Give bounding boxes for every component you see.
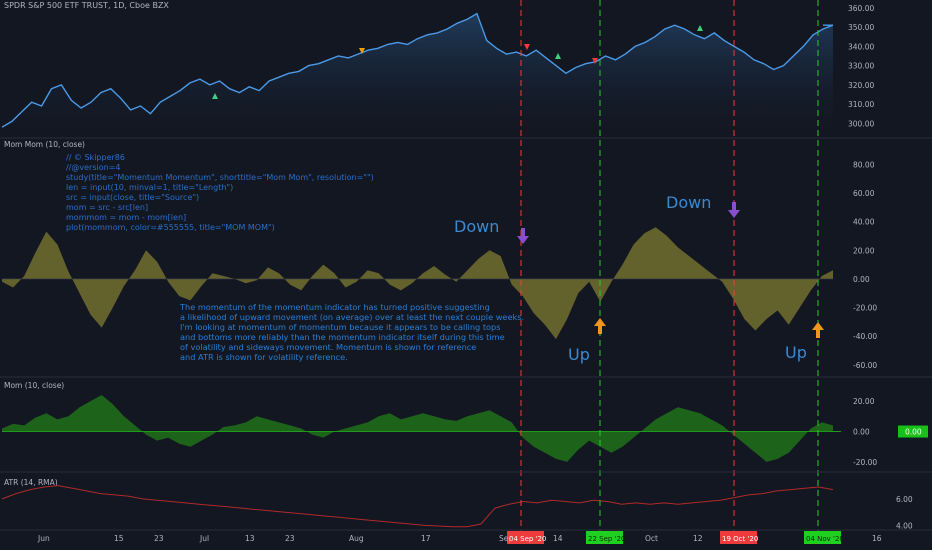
mommom-pane-title[interactable]: Mom Mom (10, close) <box>4 140 85 149</box>
g-mommom-y-tick: -60.00 <box>853 361 877 370</box>
price-y-tick: 360.00 <box>848 4 874 13</box>
date-marker-label: 04 Sep '20 <box>509 535 546 543</box>
x-tick-label: 15 <box>114 534 124 543</box>
script-line: src = input(close, title="Source") <box>66 193 199 202</box>
date-marker-label: 22 Sep '20 <box>588 535 625 543</box>
atr-y-tick: 4.00 <box>896 521 913 530</box>
script-line: len = input(10, minval=1, title="Length"… <box>66 183 233 192</box>
note-line: The momentum of the momentum indicator h… <box>179 302 490 312</box>
mom-last-value: 0.00 <box>905 428 922 437</box>
x-tick-label: Sep <box>499 534 513 543</box>
g-mom-y-tick: -20.00 <box>853 458 877 467</box>
annotation-up-1: Up <box>568 345 590 364</box>
price-y-tick: 320.00 <box>848 81 874 90</box>
price-y-tick: 300.00 <box>848 119 874 128</box>
atr-y-tick: 6.00 <box>896 495 913 504</box>
price-y-tick: 310.00 <box>848 100 874 109</box>
x-tick-label: 16 <box>872 534 882 543</box>
price-y-tick: 350.00 <box>848 23 874 32</box>
price-y-tick: 330.00 <box>848 62 874 71</box>
note-line: and bottoms more reliably than the momen… <box>180 332 505 342</box>
script-line: // © Skipper86 <box>66 153 125 162</box>
date-marker-label: 19 Oct '20 <box>722 535 758 543</box>
price-y-tick: 340.00 <box>848 42 874 51</box>
g-mommom-y-tick: 0.00 <box>853 275 870 284</box>
x-tick-label: Oct <box>645 534 658 543</box>
annotation-down-1: Down <box>454 217 499 236</box>
chart-root: SPDR S&P 500 ETF TRUST, 1D, Cboe BZX Mom… <box>0 0 932 550</box>
g-mommom-y-tick: 60.00 <box>853 189 875 198</box>
script-line: study(title="Momentum Momentum", shortti… <box>66 173 374 182</box>
g-mom-y-tick: 0.00 <box>853 428 870 437</box>
note-line: of volatility and sideways movement. Mom… <box>180 342 476 352</box>
script-line: mommom = mom - mom[len] <box>66 213 186 222</box>
annotation-up-2: Up <box>785 343 807 362</box>
g-mommom-y-tick: 40.00 <box>853 218 875 227</box>
x-tick-label: 12 <box>693 534 703 543</box>
note-line: I'm looking at momentum of momentum beca… <box>180 322 501 332</box>
script-line: mom = src - src[len] <box>66 203 148 212</box>
x-tick-label: 23 <box>285 534 295 543</box>
script-line: //@version=4 <box>66 163 120 172</box>
date-marker-label: 04 Nov '20 <box>806 535 844 543</box>
x-tick-label: Jun <box>37 534 50 543</box>
script-line: plot(mommom, color=#555555, title="MOM M… <box>66 223 275 232</box>
g-mommom-y-tick: -20.00 <box>853 304 877 313</box>
note-line: a likelihood of upward movement (on aver… <box>180 312 524 322</box>
x-tick-label: 23 <box>154 534 164 543</box>
x-tick-label: 17 <box>421 534 431 543</box>
annotation-down-2: Down <box>666 193 711 212</box>
g-mommom-y-tick: 80.00 <box>853 160 875 169</box>
g-mommom-y-tick: -40.00 <box>853 332 877 341</box>
g-mom-y-tick: 20.00 <box>853 397 875 406</box>
g-mommom-y-tick: 20.00 <box>853 246 875 255</box>
x-tick-label: 13 <box>245 534 255 543</box>
mom-pane-title[interactable]: Mom (10, close) <box>4 381 64 390</box>
x-tick-label: Jul <box>199 534 209 543</box>
x-tick-label: 14 <box>553 534 563 543</box>
atr-pane-title[interactable]: ATR (14, RMA) <box>4 478 58 487</box>
symbol-title[interactable]: SPDR S&P 500 ETF TRUST, 1D, Cboe BZX <box>4 1 169 10</box>
x-tick-label: Aug <box>349 534 364 543</box>
note-line: and ATR is shown for volatility referenc… <box>180 352 348 362</box>
